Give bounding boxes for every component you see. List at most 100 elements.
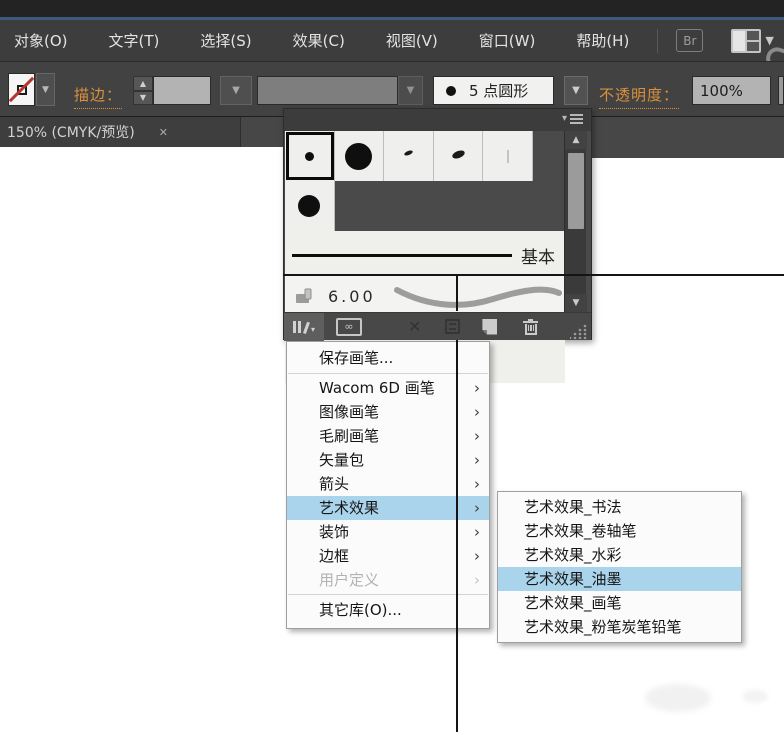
brush-libraries-menu: 保存画笔... Wacom 6D 画笔 › 图像画笔 › 毛刷画笔 › 矢量包 … [286, 341, 490, 629]
stepper-up-icon[interactable]: ▲ [133, 76, 153, 91]
brush-swatch[interactable] [433, 131, 484, 181]
submenu-arrow-icon: › [474, 379, 480, 397]
partial-control-field [778, 76, 784, 105]
scroll-down-icon[interactable]: ▼ [565, 294, 587, 312]
menu-item-select[interactable]: 选择(S) [196, 30, 255, 51]
menu-item-artistic[interactable]: 艺术效果 › [287, 496, 489, 520]
brush-libraries-menu-button[interactable]: ▾ [284, 312, 324, 341]
submenu-item-chalk-charcoal-pencil[interactable]: 艺术效果_粉笔炭笔铅笔 [498, 615, 741, 639]
menu-lines-icon [570, 114, 583, 124]
submenu-arrow-icon: › [474, 427, 480, 445]
brushes-panel-header[interactable]: ▾ [284, 109, 591, 131]
menu-item-type[interactable]: 文字(T) [105, 30, 164, 51]
brush-swatch-row-2 [285, 181, 335, 231]
brush-definition-dropdown-button[interactable]: ▼ [564, 76, 588, 105]
panel-scrollbar[interactable]: ▲ ▼ [564, 131, 587, 312]
scrollbar-thumb[interactable] [568, 153, 584, 229]
submenu-arrow-icon: › [474, 523, 480, 541]
brush-swatch[interactable] [483, 131, 533, 181]
brush-swatch[interactable] [334, 131, 385, 181]
fill-dropdown-button[interactable]: ▼ [36, 73, 55, 106]
titlebar-strip [0, 0, 784, 17]
menu-item-wacom-6d[interactable]: Wacom 6D 画笔 › [287, 376, 489, 400]
menu-item-object[interactable]: 对象(O) [10, 30, 72, 51]
canvas-vertical-line [456, 340, 458, 732]
canvas-vertical-line-upper [456, 276, 458, 311]
delete-brush-button[interactable] [523, 318, 539, 335]
menu-item-save-brushes[interactable]: 保存画笔... [287, 345, 489, 371]
canvas-smudge-small [742, 690, 768, 703]
remove-brush-stroke-button[interactable]: ✕ [408, 317, 421, 336]
menu-item-user-defined: 用户定义 › [287, 568, 489, 592]
new-brush-button[interactable] [482, 318, 498, 335]
chevron-down-icon: ▾ [310, 325, 315, 334]
menu-item-view[interactable]: 视图(V) [382, 30, 442, 51]
menu-item-arrows[interactable]: 箭头 › [287, 472, 489, 496]
submenu-item-ink[interactable]: 艺术效果_油墨 [498, 567, 741, 591]
scroll-up-icon[interactable]: ▲ [565, 131, 587, 149]
brush-swatch[interactable] [285, 181, 335, 231]
brush-size-label: 6.00 [328, 287, 376, 306]
fill-none-swatch[interactable] [8, 73, 35, 106]
workspace-icon [731, 28, 762, 53]
menu-item-vector-pack[interactable]: 矢量包 › [287, 448, 489, 472]
canvas-smudge [645, 684, 711, 712]
close-icon[interactable]: ✕ [159, 126, 168, 139]
menubar-separator [657, 28, 659, 53]
stroke-weight-stepper[interactable]: ▲ ▼ [133, 76, 153, 105]
brush-swatch-selected[interactable] [285, 131, 335, 181]
chevron-down-icon: ▼ [765, 34, 774, 47]
menu-separator [288, 373, 488, 374]
tab-bar-extension [592, 147, 784, 158]
bridge-button[interactable]: Br [676, 29, 704, 52]
submenu-arrow-icon: › [474, 571, 480, 589]
opacity-field[interactable]: 100% [692, 76, 771, 105]
submenu-item-watercolor[interactable]: 艺术效果_水彩 [498, 543, 741, 567]
stroke-weight-dropdown-button[interactable]: ▼ [220, 76, 252, 105]
basic-brush-label: 基本 [521, 248, 555, 268]
menu-separator [288, 594, 488, 595]
none-slash-icon [8, 76, 35, 103]
brush-row-calligraphic[interactable]: 6.00 [285, 276, 565, 312]
library-books-icon [292, 320, 310, 335]
brush-definition-value: 5 点圆形 [469, 82, 529, 100]
menu-item-borders[interactable]: 边框 › [287, 544, 489, 568]
document-tab[interactable]: 150% (CMYK/预览) ✕ [0, 117, 241, 147]
brush-stroke-preview [394, 286, 562, 308]
menu-item-other-library[interactable]: 其它库(O)... [287, 597, 489, 623]
brush-swatch-row-1 [285, 131, 533, 181]
submenu-item-scroll-pen[interactable]: 艺术效果_卷轴笔 [498, 519, 741, 543]
submenu-arrow-icon: › [474, 499, 480, 517]
ink-bottle-icon [296, 288, 312, 303]
cc-libraries-button[interactable]: ∞ [336, 317, 362, 336]
brush-options-button[interactable] [445, 319, 461, 334]
chevron-down-icon: ▾ [561, 113, 567, 124]
menu-item-image-brushes[interactable]: 图像画笔 › [287, 400, 489, 424]
brush-definition-dropdown[interactable]: 5 点圆形 [433, 76, 554, 105]
cc-link-icon: ∞ [344, 320, 354, 333]
submenu-arrow-icon: › [474, 475, 480, 493]
document-tab-label: 150% (CMYK/预览) [7, 125, 135, 141]
brush-dot-icon [446, 85, 456, 96]
opacity-label[interactable]: 不透明度： [599, 84, 680, 109]
folded-corner-icon [482, 329, 488, 335]
submenu-item-paintbrush[interactable]: 艺术效果_画笔 [498, 591, 741, 615]
stroke-profile-field[interactable] [257, 76, 398, 105]
stroke-profile-dropdown-button[interactable]: ▼ [398, 76, 423, 105]
brush-swatch[interactable] [384, 131, 434, 181]
brushes-panel: ▾ 基本 6.00 ▲ ▼ ▾ ∞ ✕ [283, 108, 592, 383]
stroke-weight-field[interactable] [153, 76, 211, 105]
menu-item-help[interactable]: 帮助(H) [572, 30, 633, 51]
stepper-down-icon[interactable]: ▼ [133, 90, 153, 105]
resize-grip[interactable] [570, 324, 588, 339]
stroke-label[interactable]: 描边： [74, 84, 123, 109]
menu-item-effect[interactable]: 效果(C) [289, 30, 349, 51]
menu-item-decorative[interactable]: 装饰 › [287, 520, 489, 544]
panel-flyout-menu-button[interactable]: ▾ [562, 114, 583, 124]
menu-bar: 对象(O) 文字(T) 选择(S) 效果(C) 视图(V) 窗口(W) 帮助(H… [0, 20, 784, 74]
menu-item-window[interactable]: 窗口(W) [475, 30, 540, 51]
submenu-arrow-icon: › [474, 547, 480, 565]
menu-item-bristle-brushes[interactable]: 毛刷画笔 › [287, 424, 489, 448]
workspace-switcher-button[interactable]: ▼ [731, 28, 774, 53]
submenu-item-calligraphy[interactable]: 艺术效果_书法 [498, 495, 741, 519]
